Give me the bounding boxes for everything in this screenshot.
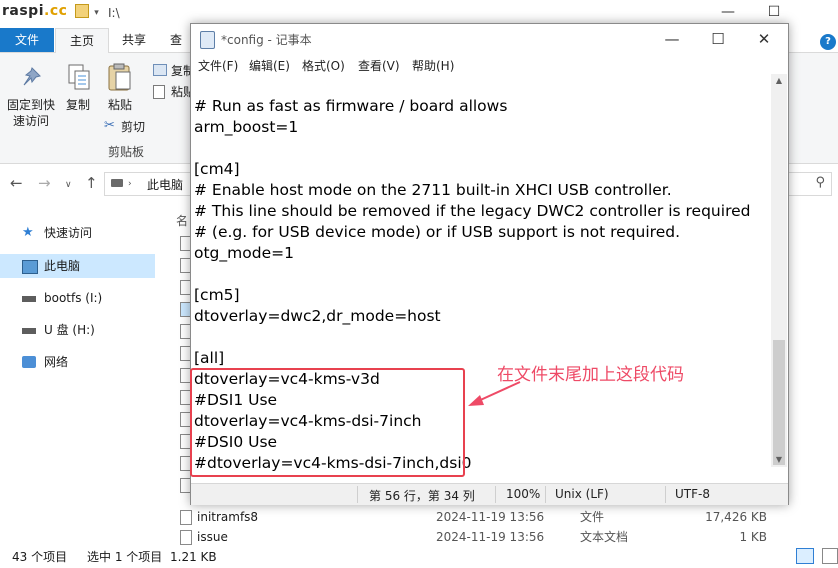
watermark: raspi.cc ▾: [2, 3, 99, 19]
file-date: 2024-11-19 13:56: [436, 530, 545, 544]
status-line-ending: Unix (LF): [555, 487, 609, 501]
nav-item-usb[interactable]: U 盘 (H:): [0, 318, 155, 342]
menu-edit[interactable]: 编辑(E): [249, 57, 290, 74]
highlight-box: [190, 368, 465, 477]
cut-button[interactable]: 剪切: [121, 118, 145, 135]
notepad-close-button[interactable]: ✕: [741, 24, 787, 54]
notepad-icon: [200, 31, 215, 49]
nav-item-this-pc[interactable]: 此电脑: [0, 254, 155, 278]
nav-item-bootfs[interactable]: bootfs (I:): [0, 286, 155, 310]
column-header-name[interactable]: 名: [176, 212, 188, 229]
status-item-count: 43 个项目: [12, 550, 68, 564]
notepad-maximize-button[interactable]: ☐: [695, 24, 741, 54]
annotation-text: 在文件末尾加上这段代码: [497, 365, 684, 385]
large-icons-view-icon[interactable]: [821, 548, 838, 564]
back-arrow-icon[interactable]: ←: [10, 174, 23, 192]
breadcrumb-chevron-icon: ›: [128, 179, 132, 189]
watermark-part2: .cc: [44, 3, 68, 19]
quick-access-folder-icon[interactable]: [74, 4, 89, 18]
file-icon: [180, 530, 192, 545]
pin-icon: [20, 66, 42, 93]
nav-item-label: 快速访问: [44, 226, 93, 240]
up-arrow-icon[interactable]: ↑: [85, 174, 98, 192]
menu-format[interactable]: 格式(O): [302, 57, 345, 74]
forward-arrow-icon[interactable]: →: [38, 174, 51, 192]
notepad-status-bar: 第 56 行，第 34 列 100% Unix (LF) UTF-8: [191, 483, 788, 505]
address-location: 此电脑: [147, 178, 184, 192]
watermark-part1: raspi: [2, 3, 45, 19]
paste-icon: [107, 62, 133, 95]
nav-item-label: bootfs (I:): [44, 291, 103, 305]
status-cursor-position: 第 56 行，第 34 列: [369, 489, 475, 503]
file-type: 文本文档: [580, 530, 629, 544]
help-icon[interactable]: ?: [820, 34, 836, 50]
status-encoding: UTF-8: [675, 487, 710, 501]
usb-drive-icon: [22, 328, 36, 334]
file-name: initramfs8: [197, 510, 259, 524]
scroll-up-arrow-icon[interactable]: ▲: [771, 76, 787, 88]
notepad-menubar: 文件(F) 编辑(E) 格式(O) 查看(V) 帮助(H): [191, 54, 788, 74]
clipboard-group-label: 剪贴板: [108, 145, 145, 159]
address-input[interactable]: › 此电脑: [104, 172, 191, 196]
copy-path-icon: [153, 64, 167, 76]
file-type: 文件: [580, 510, 605, 524]
file-date: 2024-11-19 13:56: [436, 510, 545, 524]
status-size: 1.21 KB: [170, 550, 217, 564]
search-icon: ⚲: [815, 175, 825, 190]
pin-label-line2: 速访问: [12, 114, 49, 128]
details-view-icon[interactable]: [796, 548, 814, 564]
menu-file[interactable]: 文件(F): [198, 57, 238, 74]
network-icon: [22, 356, 36, 368]
file-size: 17,426 KB: [705, 510, 767, 524]
computer-small-icon: [111, 179, 123, 187]
nav-item-label: U 盘 (H:): [44, 323, 95, 337]
copy-icon: [67, 63, 91, 94]
paste-shortcut-icon: [153, 85, 165, 99]
view-toggle: [796, 548, 838, 567]
computer-icon: [22, 260, 38, 274]
status-zoom: 100%: [506, 487, 541, 501]
scroll-down-arrow-icon[interactable]: ▼: [771, 455, 787, 467]
star-icon: ★: [22, 225, 34, 240]
paste-button[interactable]: 粘贴: [104, 97, 136, 113]
status-separator: [665, 486, 666, 503]
quick-access-dropdown-icon[interactable]: ▾: [94, 8, 99, 18]
explorer-path: I:\: [108, 6, 120, 20]
file-row-initramfs8[interactable]: initramfs8 2024-11-19 13:56 文件 17,426 KB: [170, 506, 790, 528]
tab-file[interactable]: 文件: [0, 28, 54, 52]
menu-help[interactable]: 帮助(H): [412, 57, 454, 74]
status-separator: [545, 486, 546, 503]
nav-item-label: 网络: [44, 355, 69, 369]
menu-view[interactable]: 查看(V): [358, 57, 400, 74]
nav-item-label: 此电脑: [44, 259, 81, 273]
pin-to-quick-access-button[interactable]: 固定到快 速访问: [0, 97, 62, 129]
scissors-icon: ✂: [104, 118, 115, 133]
tab-share[interactable]: 共享: [114, 28, 154, 52]
notepad-minimize-button[interactable]: —: [649, 24, 695, 54]
nav-item-network[interactable]: 网络: [0, 350, 155, 374]
drive-icon: [22, 296, 36, 302]
tab-home[interactable]: 主页: [55, 28, 109, 54]
tab-view[interactable]: 查看: [170, 28, 190, 52]
nav-item-quick-access[interactable]: ★ 快速访问: [0, 221, 155, 245]
copy-button[interactable]: 复制: [62, 97, 94, 113]
navigation-pane: ★ 快速访问 此电脑 bootfs (I:) U 盘 (H:) 网络: [0, 205, 157, 545]
file-size: 1 KB: [739, 530, 767, 544]
status-selected: 选中 1 个项目: [87, 550, 163, 564]
recent-dropdown-icon[interactable]: ∨: [65, 180, 72, 190]
status-separator: [495, 486, 496, 503]
pin-label-line1: 固定到快: [6, 98, 55, 112]
notepad-title: *config - 记事本: [221, 33, 312, 47]
file-icon: [180, 510, 192, 525]
file-name: issue: [197, 530, 228, 544]
file-row-issue[interactable]: issue 2024-11-19 13:56 文本文档 1 KB: [170, 526, 790, 548]
scrollbar-thumb[interactable]: [773, 340, 785, 465]
status-separator: [357, 486, 358, 503]
